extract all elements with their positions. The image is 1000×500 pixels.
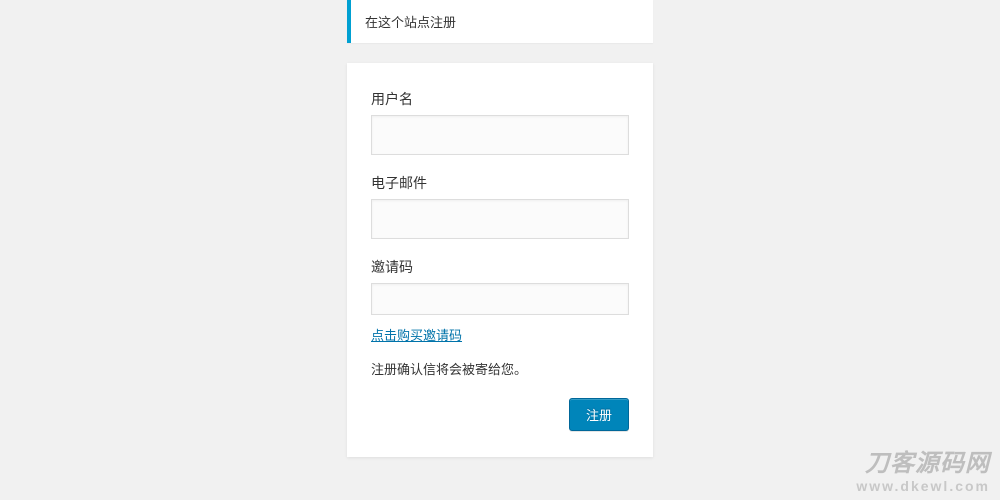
invite-field-group: 邀请码 bbox=[371, 257, 629, 315]
watermark-url: www.dkewl.com bbox=[856, 478, 990, 494]
watermark: 刀客源码网 www.dkewl.com bbox=[856, 443, 990, 494]
register-notice: 在这个站点注册 bbox=[347, 0, 653, 43]
username-input[interactable] bbox=[371, 115, 629, 155]
email-input[interactable] bbox=[371, 199, 629, 239]
register-notice-text: 在这个站点注册 bbox=[365, 15, 456, 30]
invite-label: 邀请码 bbox=[371, 257, 629, 277]
username-label: 用户名 bbox=[371, 89, 629, 109]
watermark-title: 刀客源码网 bbox=[856, 443, 990, 478]
confirm-note: 注册确认信将会被寄给您。 bbox=[371, 359, 629, 378]
username-field-group: 用户名 bbox=[371, 89, 629, 155]
invite-input[interactable] bbox=[371, 283, 629, 315]
register-button[interactable]: 注册 bbox=[569, 398, 629, 431]
submit-row: 注册 bbox=[371, 398, 629, 431]
email-field-group: 电子邮件 bbox=[371, 173, 629, 239]
register-form-card: 用户名 电子邮件 邀请码 点击购买邀请码 注册确认信将会被寄给您。 注册 bbox=[347, 63, 653, 457]
email-label: 电子邮件 bbox=[371, 173, 629, 193]
buy-invite-link[interactable]: 点击购买邀请码 bbox=[371, 325, 462, 344]
